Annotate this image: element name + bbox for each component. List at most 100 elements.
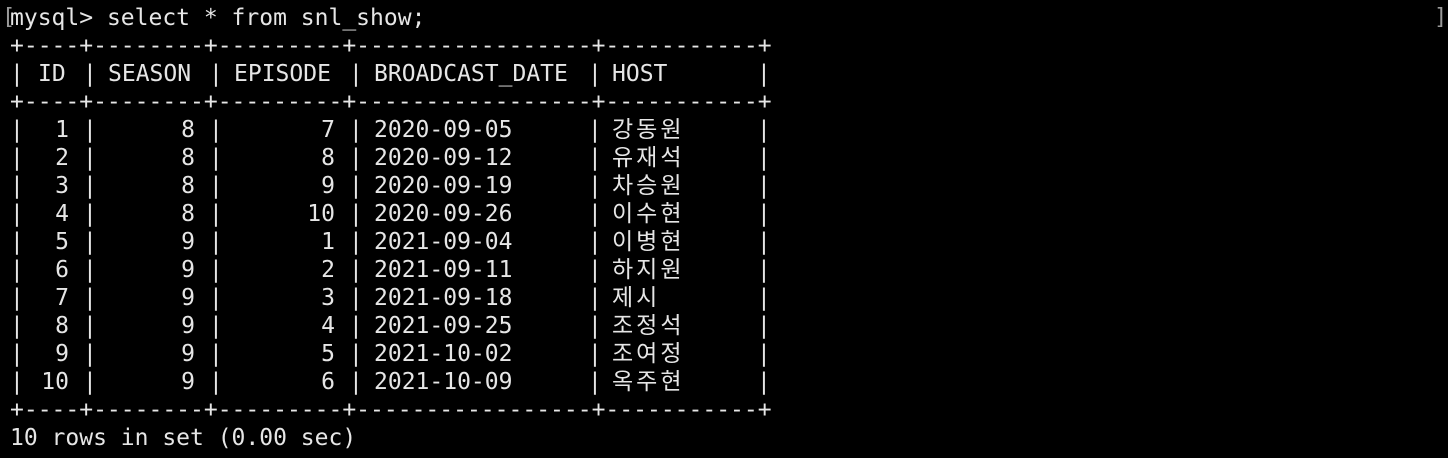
table-row: | | | | | | 6 9 2 2021-09-11 하지원 <box>10 256 771 284</box>
cell-season: 8 <box>181 145 195 171</box>
column-separator: | <box>588 257 602 283</box>
cell-season: 9 <box>181 313 195 339</box>
cell-broadcast-date: 2021-10-09 <box>374 369 513 395</box>
column-separator: | <box>757 341 771 367</box>
terminal-window[interactable]: [ ] mysql> select * from snl_show; +----… <box>0 0 1448 458</box>
cell-host: 하지원 <box>612 257 685 283</box>
cell-id: 5 <box>55 229 69 255</box>
cell-id: 2 <box>55 145 69 171</box>
column-separator: | <box>10 341 24 367</box>
column-separator: | <box>209 369 223 395</box>
cell-id: 10 <box>41 369 69 395</box>
table-border-header: +----+--------+---------+---------------… <box>10 89 772 115</box>
result-summary: 10 rows in set (0.00 sec) <box>10 425 357 451</box>
column-header: EPISODE <box>234 61 331 87</box>
column-separator: | <box>83 201 97 227</box>
cell-broadcast-date: 2021-09-25 <box>374 313 513 339</box>
cell-episode: 10 <box>307 201 335 227</box>
cell-episode: 5 <box>321 341 335 367</box>
cell-season: 9 <box>181 229 195 255</box>
cell-broadcast-date: 2021-09-04 <box>374 229 513 255</box>
column-separator: | <box>83 117 97 143</box>
column-separator: | <box>588 117 602 143</box>
column-header: ID <box>38 61 66 87</box>
column-separator: | <box>757 201 771 227</box>
column-separator: | <box>757 369 771 395</box>
sql-command: select * from snl_show; <box>106 5 426 31</box>
column-separator: | <box>588 61 602 87</box>
column-separator: | <box>10 117 24 143</box>
cell-id: 4 <box>55 201 69 227</box>
column-separator: | <box>209 145 223 171</box>
table-row: | | | | | | 9 9 5 2021-10-02 조여정 <box>10 340 771 368</box>
column-separator: | <box>588 313 602 339</box>
column-separator: | <box>209 313 223 339</box>
column-separator: | <box>349 201 363 227</box>
cell-season: 8 <box>181 173 195 199</box>
column-separator: | <box>10 201 24 227</box>
column-separator: | <box>588 341 602 367</box>
cell-host: 제시 <box>612 285 661 311</box>
cell-host: 유재석 <box>612 145 685 171</box>
column-separator: | <box>757 145 771 171</box>
cell-host: 옥주현 <box>612 369 685 395</box>
column-separator: | <box>10 145 24 171</box>
cell-broadcast-date: 2020-09-19 <box>374 173 513 199</box>
column-separator: | <box>588 369 602 395</box>
column-separator: | <box>83 341 97 367</box>
mysql-prompt: mysql> <box>10 5 107 31</box>
table-row: | | | | | | 4 8 10 2020-09-26 이수현 <box>10 200 771 228</box>
column-separator: | <box>10 61 24 87</box>
column-separator: | <box>349 285 363 311</box>
column-separator: | <box>83 145 97 171</box>
table-border-bottom: +----+--------+---------+---------------… <box>10 397 772 423</box>
column-separator: | <box>349 313 363 339</box>
column-separator: | <box>10 369 24 395</box>
cell-season: 9 <box>181 257 195 283</box>
column-separator: | <box>209 61 223 87</box>
cell-id: 8 <box>55 313 69 339</box>
column-separator: | <box>10 229 24 255</box>
cell-episode: 8 <box>321 145 335 171</box>
table-row: | | | | | | 5 9 1 2021-09-04 이병현 <box>10 228 771 256</box>
cell-host: 조여정 <box>612 341 685 367</box>
cell-episode: 6 <box>321 369 335 395</box>
column-separator: | <box>209 285 223 311</box>
column-separator: | <box>83 61 97 87</box>
column-separator: | <box>10 313 24 339</box>
column-separator: | <box>209 341 223 367</box>
column-separator: | <box>209 201 223 227</box>
column-header: SEASON <box>108 61 192 87</box>
column-separator: | <box>757 285 771 311</box>
column-separator: | <box>349 117 363 143</box>
column-separator: | <box>209 229 223 255</box>
table-row: | | | | | | 1 8 7 2020-09-05 강동원 <box>10 116 771 144</box>
column-separator: | <box>209 173 223 199</box>
column-separator: | <box>83 313 97 339</box>
cell-id: 9 <box>55 341 69 367</box>
table-row: | | | | | | 8 9 4 2021-09-25 조정석 <box>10 312 771 340</box>
table-row: | | | | | | 3 8 9 2020-09-19 차승원 <box>10 172 771 200</box>
cell-episode: 9 <box>321 173 335 199</box>
cell-broadcast-date: 2020-09-05 <box>374 117 513 143</box>
column-separator: | <box>757 229 771 255</box>
column-separator: | <box>349 341 363 367</box>
column-separator: | <box>349 257 363 283</box>
cell-id: 1 <box>55 117 69 143</box>
cell-host: 차승원 <box>612 173 685 199</box>
cell-id: 7 <box>55 285 69 311</box>
cell-season: 9 <box>181 369 195 395</box>
column-separator: | <box>349 173 363 199</box>
cell-episode: 7 <box>321 117 335 143</box>
cell-broadcast-date: 2021-09-18 <box>374 285 513 311</box>
table-row: | | | | | | 10 9 6 2021-10-09 옥주현 <box>10 368 771 396</box>
column-separator: | <box>209 257 223 283</box>
column-separator: | <box>209 117 223 143</box>
cell-host: 조정석 <box>612 313 685 339</box>
column-separator: | <box>757 313 771 339</box>
cell-season: 9 <box>181 341 195 367</box>
column-separator: | <box>349 369 363 395</box>
column-separator: | <box>588 145 602 171</box>
column-separator: | <box>588 173 602 199</box>
column-separator: | <box>83 173 97 199</box>
